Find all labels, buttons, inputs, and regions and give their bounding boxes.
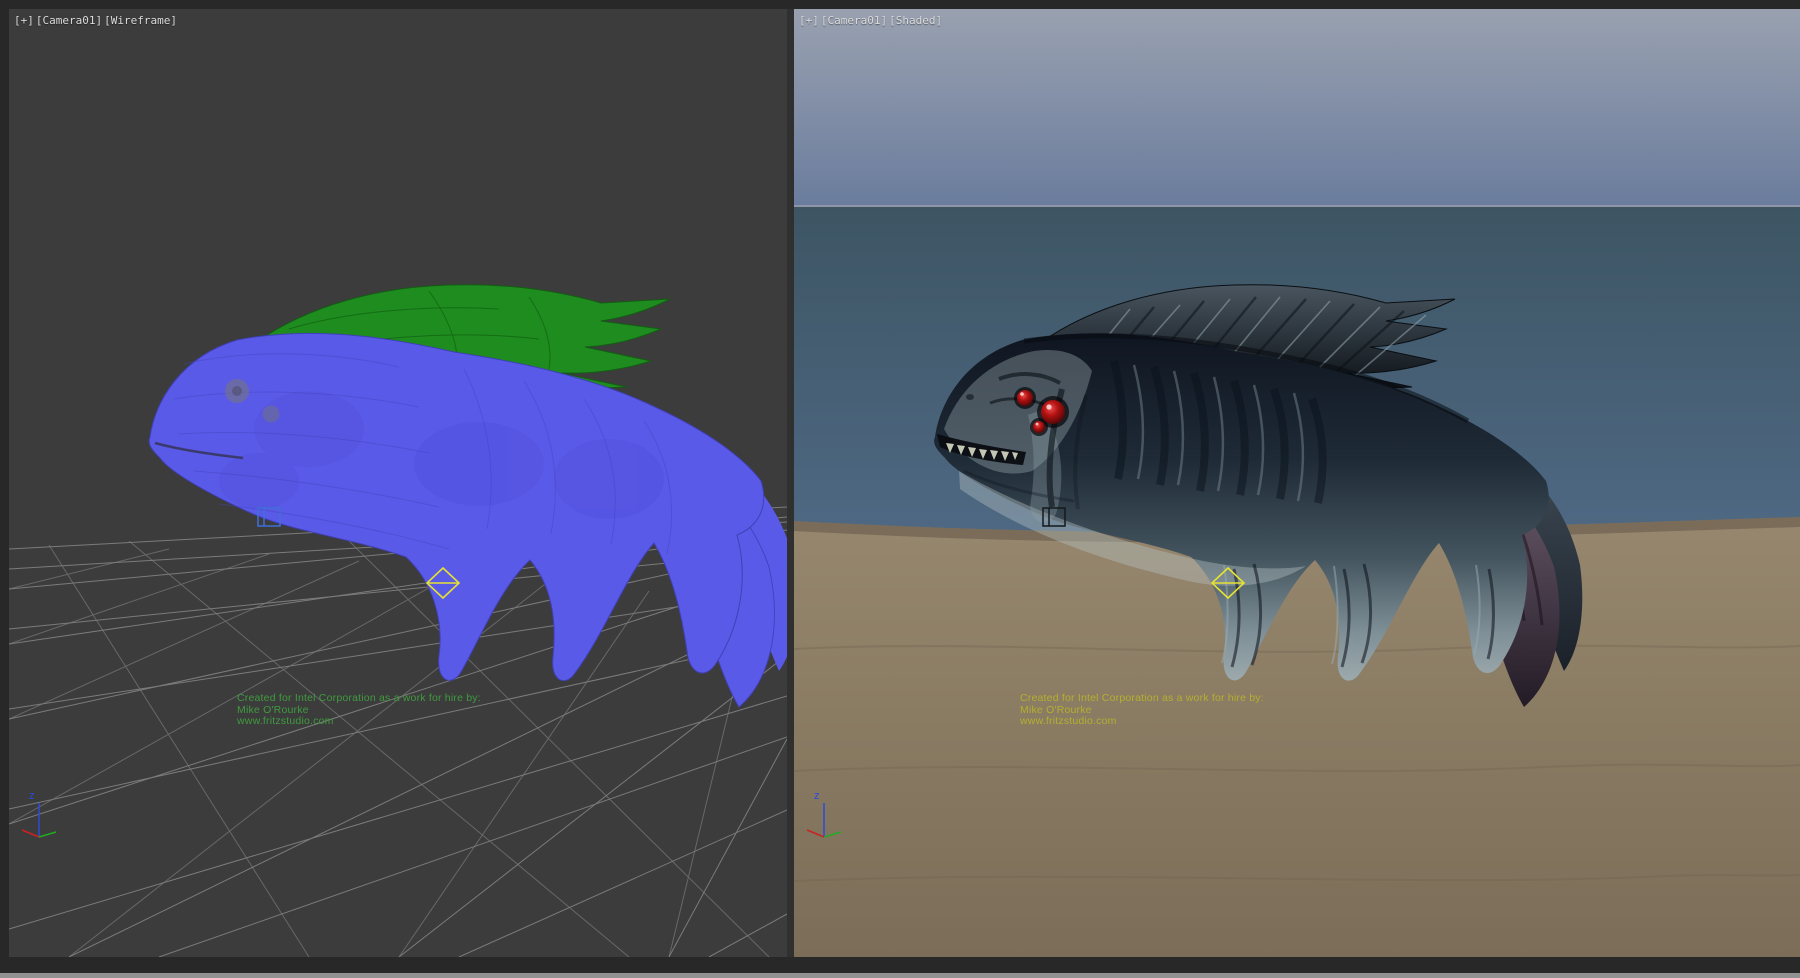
sky (794, 9, 1800, 207)
viewport-pov-menu[interactable]: [Camera01] (821, 14, 887, 27)
window-bottom-edge (0, 957, 1800, 978)
axis-y (39, 832, 56, 837)
viewport-right-shaded[interactable]: [+] [Camera01] [Shaded] Created for Inte… (794, 9, 1800, 957)
viewport-shading-menu[interactable]: [Wireframe] (104, 14, 177, 27)
viewport-label: [+] [Camera01] [Shaded] (799, 14, 942, 27)
viewport-left-wireframe[interactable]: [+] [Camera01] [Wireframe] Created for I… (9, 9, 787, 957)
shaded-scene (794, 9, 1800, 957)
eye-specular (1036, 423, 1039, 426)
viewport-label: [+] [Camera01] [Wireframe] (14, 14, 177, 27)
credit-watermark: Created for Intel Corporation as a work … (1020, 693, 1264, 728)
wireframe-scene (9, 9, 787, 957)
horizon-line (794, 205, 1800, 207)
viewport-pov-menu[interactable]: [Camera01] (36, 14, 102, 27)
world-axis-tripod: z (17, 787, 61, 843)
nostril (966, 394, 974, 400)
eye-second (1017, 390, 1033, 406)
credit-line-1: Created for Intel Corporation as a work … (237, 693, 481, 705)
eye-main (1041, 400, 1065, 424)
credit-line-1: Created for Intel Corporation as a work … (1020, 693, 1264, 705)
axis-x (22, 830, 39, 837)
viewport-area: [+] [Camera01] [Wireframe] Created for I… (0, 0, 1800, 978)
eye-spot (263, 406, 280, 423)
credit-line-3: www.fritzstudio.com (237, 716, 481, 728)
credit-line-3: www.fritzstudio.com (1020, 716, 1264, 728)
viewport-divider[interactable] (787, 9, 794, 957)
axis-z-label: z (29, 790, 35, 802)
axis-y (824, 832, 841, 837)
axis-z-label: z (814, 790, 820, 802)
eye-third (1033, 421, 1045, 433)
credit-watermark: Created for Intel Corporation as a work … (237, 693, 481, 728)
viewport-general-menu[interactable]: [+] (799, 14, 819, 27)
eye-specular (1046, 404, 1051, 409)
viewport-shading-menu[interactable]: [Shaded] (889, 14, 942, 27)
viewport-general-menu[interactable]: [+] (14, 14, 34, 27)
axis-x (807, 830, 824, 837)
sand-ground (794, 517, 1800, 957)
eye-specular (1020, 392, 1024, 396)
eye-pupil (232, 386, 242, 396)
world-axis-tripod: z (802, 787, 846, 843)
